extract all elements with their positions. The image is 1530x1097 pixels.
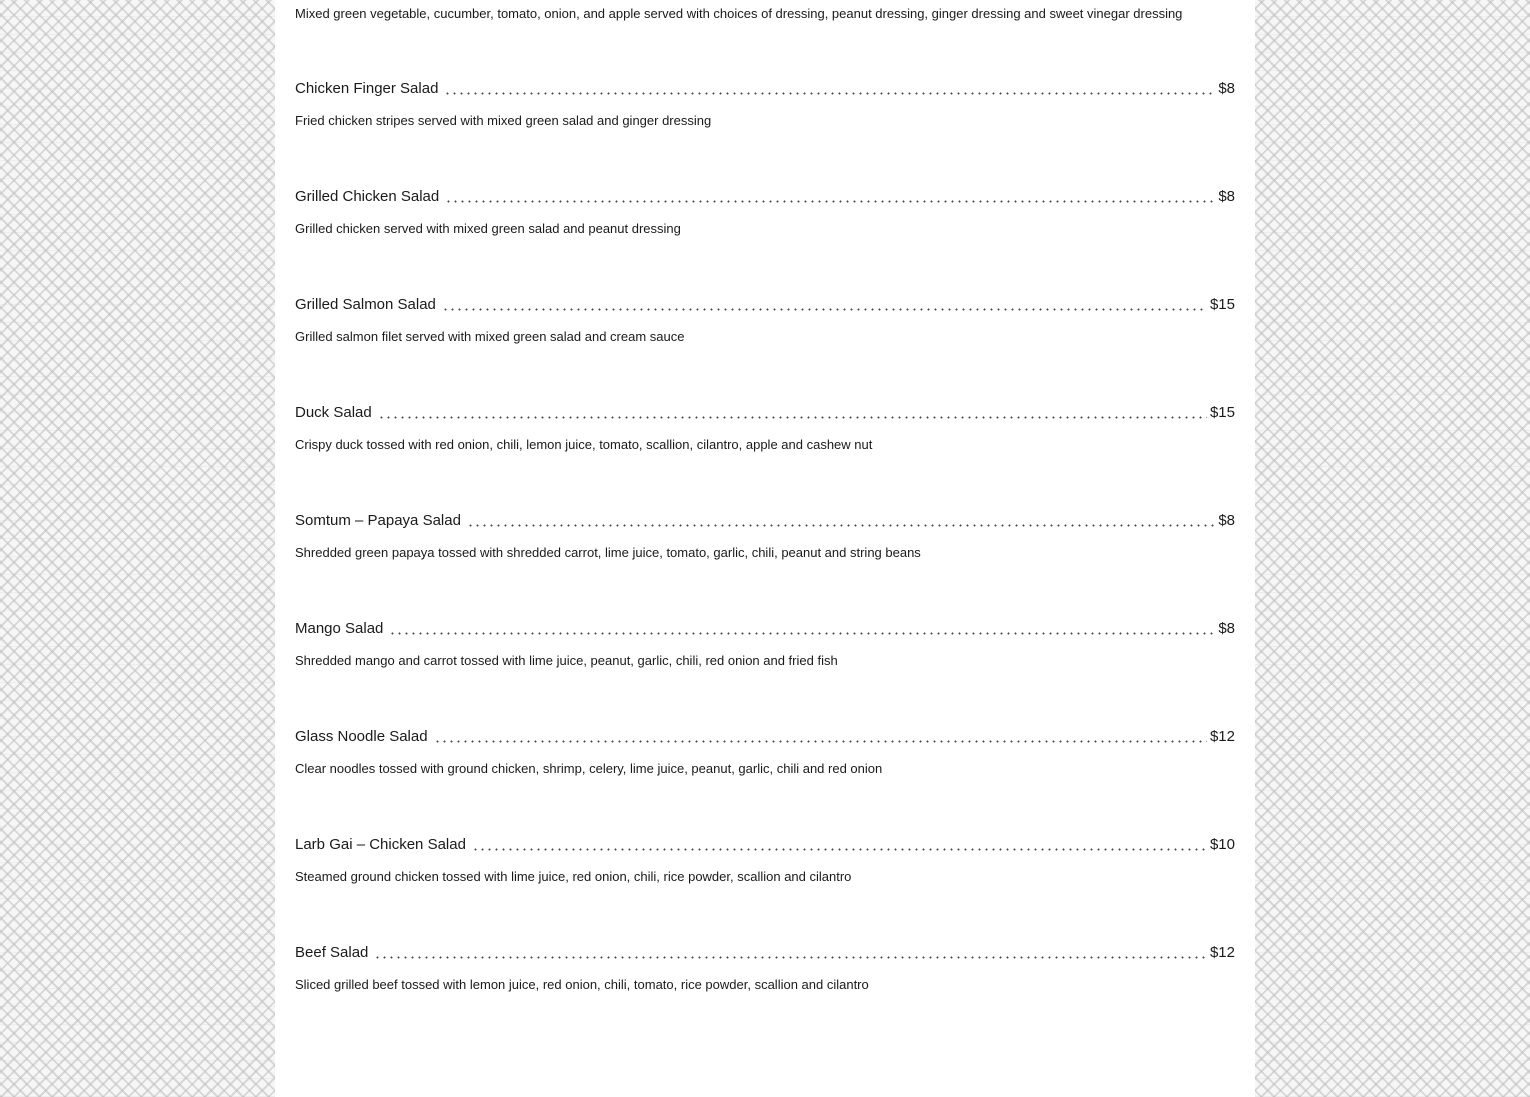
item-row: Glass Noodle Salad $12 (295, 727, 1235, 747)
menu-item-glass-noodle-salad: Glass Noodle Salad $12 Clear noodles tos… (295, 727, 1235, 787)
item-row: Larb Gai – Chicken Salad $10 (295, 835, 1235, 855)
menu-item-duck-salad: Duck Salad $15 Crispy duck tossed with r… (295, 403, 1235, 463)
item-price: $10 (1209, 836, 1235, 853)
item-row: Grilled Salmon Salad $15 (295, 295, 1235, 315)
menu-item-beef-salad: Beef Salad $12 Sliced grilled beef tosse… (295, 943, 1235, 1003)
menu-item-somtum-papaya-salad: Somtum – Papaya Salad $8 Shredded green … (295, 511, 1235, 571)
item-name: Duck Salad (295, 404, 372, 421)
intro-description: Mixed green vegetable, cucumber, tomato,… (295, 6, 1183, 21)
item-name: Grilled Salmon Salad (295, 296, 436, 313)
dot-leader (433, 731, 1207, 743)
menu-item-grilled-salmon-salad: Grilled Salmon Salad $15 Grilled salmon … (295, 295, 1235, 355)
item-description: Sliced grilled beef tossed with lemon ju… (295, 977, 869, 992)
item-description: Grilled chicken served with mixed green … (295, 221, 681, 236)
item-price: $15 (1209, 404, 1235, 421)
item-price: $15 (1209, 296, 1235, 313)
item-name: Beef Salad (295, 944, 369, 961)
dot-leader (445, 191, 1216, 203)
item-description: Grilled salmon filet served with mixed g… (295, 329, 685, 344)
dot-leader (466, 515, 1216, 527)
item-row: Mango Salad $8 (295, 619, 1235, 639)
item-name: Mango Salad (295, 620, 384, 637)
item-description: Crispy duck tossed with red onion, chili… (295, 437, 873, 452)
item-description: Clear noodles tossed with ground chicken… (295, 761, 883, 776)
item-description: Shredded green papaya tossed with shredd… (295, 545, 921, 560)
item-name: Somtum – Papaya Salad (295, 512, 461, 529)
item-price: $8 (1218, 80, 1235, 97)
item-row: Somtum – Papaya Salad $8 (295, 511, 1235, 531)
menu-item-chicken-finger-salad: Chicken Finger Salad $8 Fried chicken st… (295, 79, 1235, 139)
dot-leader (374, 947, 1207, 959)
item-row: Duck Salad $15 (295, 403, 1235, 423)
item-name: Chicken Finger Salad (295, 80, 439, 97)
item-price: $8 (1218, 620, 1235, 637)
item-price: $8 (1218, 188, 1235, 205)
item-price: $12 (1209, 728, 1235, 745)
menu-item-grilled-chicken-salad: Grilled Chicken Salad $8 Grilled chicken… (295, 187, 1235, 247)
item-price: $8 (1218, 512, 1235, 529)
dot-leader (441, 299, 1207, 311)
item-description: Shredded mango and carrot tossed with li… (295, 653, 838, 668)
menu-item-mango-salad: Mango Salad $8 Shredded mango and carrot… (295, 619, 1235, 679)
item-row: Grilled Chicken Salad $8 (295, 187, 1235, 207)
item-description: Fried chicken stripes served with mixed … (295, 113, 712, 128)
item-row: Chicken Finger Salad $8 (295, 79, 1235, 99)
menu-panel: Mixed green vegetable, cucumber, tomato,… (275, 0, 1255, 1097)
item-name: Glass Noodle Salad (295, 728, 428, 745)
dot-leader (377, 407, 1207, 419)
item-description: Steamed ground chicken tossed with lime … (295, 869, 852, 884)
dot-leader (444, 83, 1216, 95)
item-name: Larb Gai – Chicken Salad (295, 836, 466, 853)
item-price: $12 (1209, 944, 1235, 961)
item-row: Beef Salad $12 (295, 943, 1235, 963)
dot-leader (389, 623, 1216, 635)
menu-item-larb-gai-chicken-salad: Larb Gai – Chicken Salad $10 Steamed gro… (295, 835, 1235, 895)
item-name: Grilled Chicken Salad (295, 188, 440, 205)
dot-leader (471, 839, 1207, 851)
